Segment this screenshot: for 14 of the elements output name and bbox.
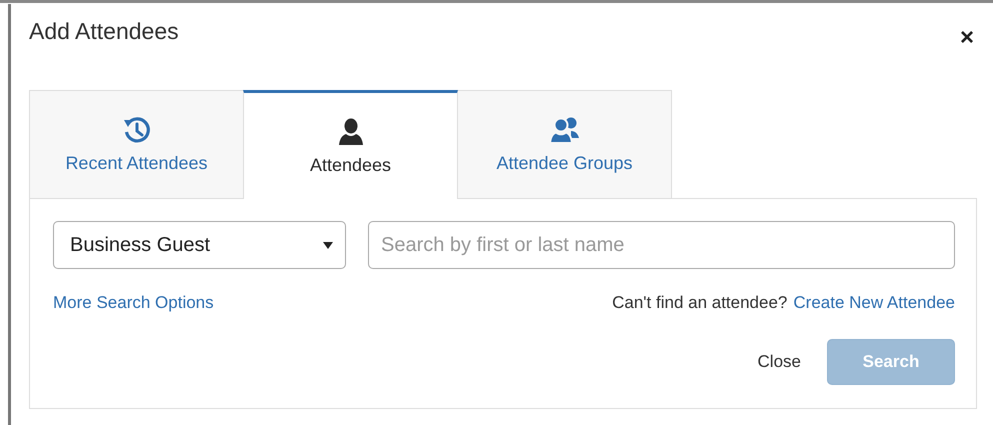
- dialog-title: Add Attendees: [29, 18, 179, 45]
- tab[interactable]: Attendee Groups: [457, 90, 672, 198]
- close-button[interactable]: ×: [956, 24, 978, 52]
- hint-text: Can't find an attendee?: [612, 293, 788, 313]
- search-field[interactable]: Search by first or last name: [368, 221, 955, 269]
- tab[interactable]: Recent Attendees: [29, 90, 244, 198]
- create-attendee-link[interactable]: Create New Attendee: [793, 293, 955, 313]
- attendee-type-select[interactable]: Business Guest: [53, 221, 346, 269]
- close-link-button[interactable]: Close: [752, 351, 807, 373]
- history-icon: [122, 115, 152, 145]
- group-icon: [548, 115, 580, 145]
- more-search-options-link[interactable]: More Search Options: [53, 293, 214, 313]
- tab[interactable]: Attendees: [243, 90, 458, 199]
- caret-icon: [323, 242, 333, 248]
